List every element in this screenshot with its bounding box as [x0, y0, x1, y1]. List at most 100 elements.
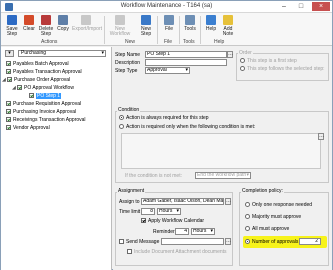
tree-item[interactable]: Payables Transaction Approval — [6, 69, 82, 76]
time-limit-input[interactable]: 8 — [141, 208, 155, 215]
collapse-icon[interactable]: ◢ — [2, 77, 6, 84]
new-group-label: New — [125, 39, 136, 45]
delete-step-button[interactable]: Delete Step — [38, 15, 54, 37]
condition-not-met-select[interactable]: End the workflow path ▾ — [195, 172, 251, 179]
workflow-maintenance-window: Workflow Maintenance - T164 (sa) – □ × S… — [0, 0, 333, 270]
close-button[interactable]: × — [312, 2, 330, 11]
lookup-icon[interactable]: … — [225, 238, 231, 245]
check-icon — [17, 85, 22, 90]
ribbon-separator — [104, 16, 105, 44]
check-icon — [6, 125, 11, 130]
condition-always-radio[interactable]: Action is always required for this step — [119, 115, 209, 121]
tree-item[interactable]: ◢ Purchase Order Approval — [2, 77, 70, 84]
save-step-button[interactable]: Save Step — [4, 15, 20, 37]
tree-item[interactable]: Purchasing Invoice Approval — [6, 109, 76, 116]
minimize-button[interactable]: – — [277, 2, 291, 11]
condition-only-when-radio[interactable]: Action is required only when the followi… — [119, 124, 255, 130]
help-group-label: Help — [214, 39, 225, 45]
chevron-down-icon: ▾ — [185, 67, 188, 73]
ribbon-separator — [179, 16, 180, 44]
step-name-input[interactable]: PO Step 1 — [145, 51, 227, 58]
copy-button[interactable]: Copy — [55, 15, 71, 32]
assign-to-input[interactable]: Adam Gaber, Isaac Olson, Dean Marty... — [141, 198, 224, 205]
new-step-button[interactable]: New Step — [138, 15, 154, 37]
tree-item[interactable]: Receivings Transaction Approval — [6, 117, 86, 124]
chevron-down-icon: ▾ — [101, 50, 104, 56]
export-import-icon — [81, 15, 91, 25]
export-import-button[interactable]: Export/Import — [72, 15, 102, 32]
clear-icon — [24, 15, 34, 25]
reminder-input[interactable]: 4 — [175, 228, 189, 235]
tools-icon — [185, 15, 195, 25]
add-note-button[interactable]: Add Note — [220, 15, 236, 37]
policy-all-radio[interactable]: All must approve — [245, 226, 289, 232]
copy-icon — [58, 15, 68, 25]
check-icon — [6, 61, 11, 66]
lookup-icon[interactable]: … — [227, 51, 233, 58]
policy-number-radio[interactable]: Number of approvals — [245, 239, 298, 245]
description-label: Description — [115, 60, 141, 66]
chevron-down-icon: ▾ — [176, 208, 179, 214]
check-icon — [29, 93, 34, 98]
condition-not-met-label: If the condition is not met: — [125, 173, 182, 179]
new-workflow-icon — [115, 15, 125, 25]
workflow-tree-pane: ▾ Purchasing ▾ Payables Batch Approval Pa… — [1, 47, 112, 270]
maximize-button[interactable]: □ — [294, 2, 308, 11]
tree-item[interactable]: Payables Batch Approval — [6, 61, 69, 68]
assignment-title: Assignment — [117, 188, 146, 194]
send-message-checkbox[interactable]: Send Message — [119, 239, 159, 245]
file-button[interactable]: File — [161, 15, 177, 32]
ribbon-separator — [157, 16, 158, 44]
number-of-approvals-input[interactable]: 2 — [299, 238, 321, 245]
description-input[interactable] — [145, 59, 227, 66]
completion-policy-title: Completion policy: — [241, 188, 284, 194]
condition-title: Condition — [117, 107, 141, 113]
workflow-type-select[interactable]: Purchasing ▾ — [18, 50, 106, 57]
tools-group-label: Tools — [183, 39, 195, 45]
chevron-down-icon: ▾ — [246, 172, 249, 178]
lookup-icon[interactable]: … — [225, 198, 231, 205]
step-type-label: Step Type — [115, 68, 138, 74]
step-name-label: Step Name — [115, 52, 141, 58]
help-icon — [206, 15, 216, 25]
ribbon-separator — [200, 16, 201, 44]
tree-item[interactable]: ◢ PO Approval Workflow — [12, 85, 74, 92]
step-type-select[interactable]: Approval ▾ — [145, 67, 190, 74]
message-input[interactable] — [161, 238, 224, 245]
order-follows-step-radio[interactable]: This step follows the selected step: — [240, 66, 325, 72]
file-icon — [164, 15, 174, 25]
reminder-label: Reminder — [153, 229, 175, 235]
check-icon — [6, 101, 11, 106]
time-limit-unit-select[interactable]: Hours ▾ — [157, 208, 181, 215]
time-limit-label: Time limit — [119, 209, 141, 215]
new-workflow-button[interactable]: New Workflow — [109, 15, 131, 37]
check-icon — [7, 77, 12, 82]
collapse-icon[interactable]: ◢ — [12, 85, 16, 92]
help-button[interactable]: Help — [203, 15, 219, 32]
check-icon — [6, 109, 11, 114]
check-icon — [6, 69, 11, 74]
assign-to-label: Assign to — [119, 199, 140, 205]
tree-item[interactable]: Purchase Requisition Approval — [6, 101, 81, 108]
apply-calendar-checkbox[interactable]: Apply Workflow Calendar — [141, 218, 204, 224]
tree-item-selected[interactable]: PO Step 1 — [29, 93, 62, 100]
order-title: Order — [238, 50, 253, 56]
save-icon — [7, 15, 17, 25]
tree-item[interactable]: Vendor Approval — [6, 125, 50, 132]
policy-one-response-radio[interactable]: Only one response needed — [245, 202, 312, 208]
ribbon: Save Step Clear Delete Step Copy Export/… — [1, 13, 332, 46]
filter-icon[interactable]: ▾ — [5, 50, 14, 57]
include-documents-checkbox[interactable]: Include Document Attachment documents — [127, 249, 227, 255]
policy-majority-radio[interactable]: Majority must approve — [245, 214, 301, 220]
condition-editor[interactable] — [121, 133, 321, 169]
reminder-unit-select[interactable]: Hours ▾ — [191, 228, 215, 235]
step-details-pane: Step Name PO Step 1 … Description Step T… — [113, 47, 332, 270]
clear-button[interactable]: Clear — [21, 15, 37, 32]
order-first-step-radio[interactable]: This step is a first step — [240, 58, 297, 64]
check-icon — [6, 117, 11, 122]
chevron-down-icon: ▾ — [210, 228, 213, 234]
file-group-label: File — [164, 39, 173, 45]
tools-button[interactable]: Tools — [182, 15, 198, 32]
title-bar: Workflow Maintenance - T164 (sa) – □ × — [1, 1, 332, 13]
edit-condition-icon[interactable]: … — [318, 133, 324, 140]
